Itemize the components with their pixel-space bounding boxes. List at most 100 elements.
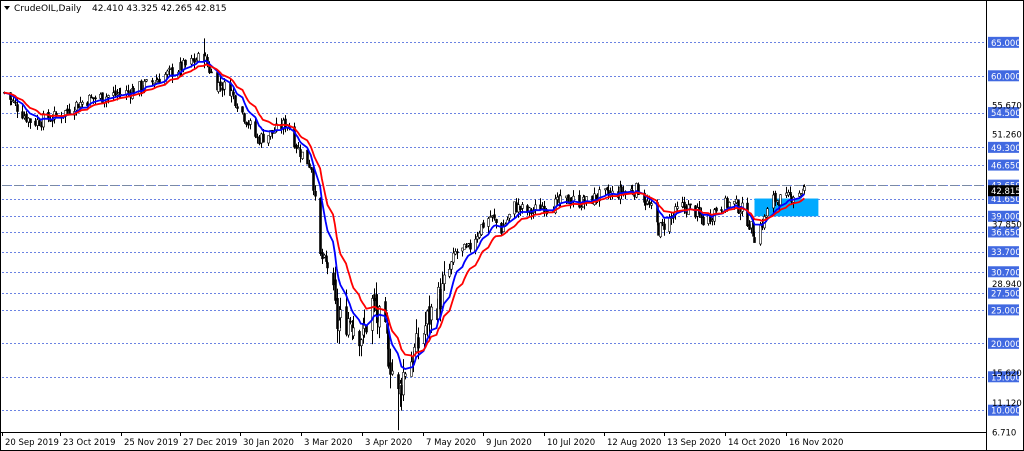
- candle-body: [156, 79, 159, 82]
- candle-body: [349, 320, 352, 323]
- candle-body: [184, 59, 187, 66]
- candle-body: [236, 106, 239, 109]
- x-tick-label: 25 Nov 2019: [124, 438, 178, 448]
- x-tick-label: 9 Jun 2020: [486, 438, 532, 448]
- candle-body: [112, 92, 115, 96]
- candle-body: [90, 96, 93, 99]
- candle-body: [441, 283, 444, 307]
- candle: [169, 67, 172, 70]
- candle-body: [650, 203, 653, 206]
- level-label: 33.700: [991, 248, 1021, 258]
- level-label: 27.500: [991, 290, 1021, 300]
- candle-body: [766, 208, 769, 217]
- candle-body: [14, 101, 17, 104]
- current-price-label: 42.815: [991, 187, 1021, 197]
- candle-body: [663, 223, 666, 230]
- candle-body: [487, 218, 490, 227]
- candle-body: [659, 222, 662, 238]
- candle-body: [75, 101, 78, 111]
- candle-body: [469, 242, 472, 250]
- candle-body: [306, 149, 309, 165]
- candle-body: [245, 121, 248, 125]
- candle-body: [339, 309, 342, 318]
- candle-body: [759, 224, 762, 245]
- candle-body: [232, 91, 235, 95]
- candle: [702, 215, 705, 226]
- ohlc-values: 42.410 43.325 42.265 42.815: [92, 4, 227, 14]
- candle-body: [116, 93, 119, 96]
- candle-body: [314, 190, 317, 197]
- x-tick-label: 12 Aug 2020: [607, 438, 661, 448]
- candle-body: [114, 90, 117, 96]
- candle-body: [12, 100, 15, 103]
- candle-body: [234, 95, 237, 107]
- candle-body: [391, 370, 394, 375]
- y-tick-label: 51.260: [992, 131, 1022, 141]
- candle-body: [465, 245, 468, 248]
- candle-body: [456, 251, 459, 254]
- candle-body: [443, 274, 446, 284]
- candle: [217, 81, 220, 94]
- candle-body: [776, 200, 779, 203]
- candle-body: [450, 261, 453, 270]
- candle-body: [267, 135, 270, 144]
- candle: [77, 103, 80, 109]
- candle-body: [387, 336, 390, 367]
- candle-body: [312, 168, 315, 191]
- candle-body: [217, 82, 220, 92]
- x-tick-label: 16 Nov 2020: [789, 438, 843, 448]
- candle-body: [249, 120, 252, 125]
- candle-body: [676, 206, 679, 209]
- candle-body: [66, 108, 69, 112]
- level-label: 30.700: [991, 268, 1021, 278]
- candle-body: [219, 81, 222, 87]
- candle-body: [559, 195, 562, 204]
- candle-body: [81, 101, 84, 105]
- level-label: 60.000: [991, 72, 1021, 82]
- candle-body: [739, 212, 742, 214]
- candle-body: [94, 97, 97, 100]
- candle: [301, 151, 304, 160]
- candle-body: [42, 113, 45, 128]
- x-tick-label: 3 Mar 2020: [304, 438, 352, 448]
- x-tick-label: 13 Sep 2020: [667, 438, 721, 448]
- candle-body: [140, 80, 143, 92]
- candle-body: [166, 70, 169, 75]
- level-label: 49.300: [991, 144, 1021, 154]
- candle-body: [247, 122, 250, 126]
- candle-body: [243, 113, 246, 122]
- symbol-title: CrudeOIL,Daily: [14, 4, 82, 14]
- candle-body: [668, 217, 671, 232]
- candle: [319, 197, 322, 256]
- candle-body: [493, 214, 496, 219]
- candle-body: [495, 219, 498, 223]
- candle-body: [221, 87, 224, 91]
- candle-body: [334, 279, 337, 301]
- y-tick-label: 11.120: [992, 399, 1022, 409]
- y-tick-label: 37.850: [992, 220, 1022, 230]
- candle-body: [430, 306, 433, 321]
- x-tick-label: 20 Sep 2019: [5, 438, 59, 448]
- candle-body: [728, 201, 731, 208]
- candle-body: [223, 81, 226, 90]
- candle-body: [301, 151, 304, 159]
- level-label: 46.650: [991, 162, 1021, 172]
- candle: [306, 149, 309, 165]
- candle-body: [774, 192, 777, 202]
- candle-body: [127, 90, 130, 93]
- candle-body: [68, 109, 71, 115]
- candle: [779, 194, 782, 206]
- candle-body: [297, 147, 300, 150]
- candle-body: [417, 337, 420, 349]
- candle-body: [241, 106, 244, 113]
- level-label: 25.000: [991, 306, 1021, 316]
- candle-body: [193, 58, 196, 63]
- candle-body: [360, 339, 363, 347]
- candle-body: [661, 221, 664, 224]
- candle-body: [352, 327, 355, 337]
- candle-body: [308, 163, 311, 168]
- candle-body: [689, 203, 692, 206]
- candle-body: [29, 118, 32, 123]
- candle-body: [508, 214, 511, 219]
- x-tick-label: 7 May 2020: [426, 438, 476, 448]
